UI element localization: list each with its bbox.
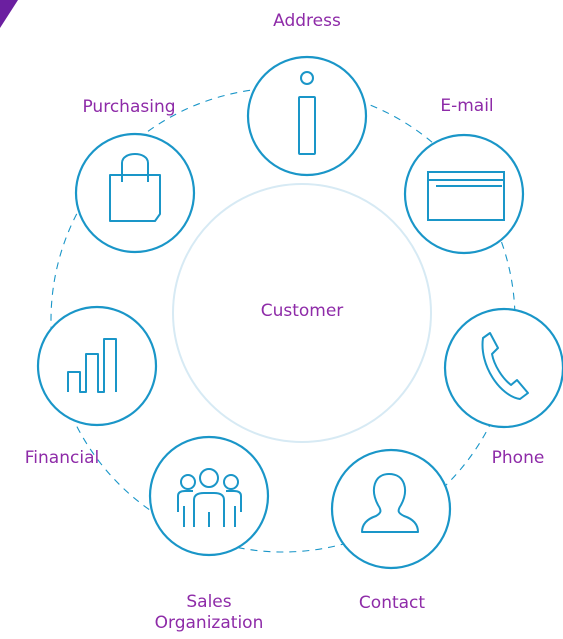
address-label: Address	[273, 11, 341, 31]
sales-organization-label: Sales Organization	[134, 592, 284, 634]
node-financial	[36, 305, 158, 427]
sales-organization-label-line1: Sales	[186, 592, 232, 612]
customer-diagram: Customer Address E-mail Phone Contact Sa…	[0, 0, 563, 639]
contact-label: Contact	[358, 593, 426, 613]
purchasing-label: Purchasing	[82, 97, 176, 117]
customer-label: Customer	[260, 301, 344, 321]
corner-accent	[0, 0, 18, 28]
node-contact	[330, 448, 452, 570]
phone-label: Phone	[491, 448, 545, 468]
financial-label: Financial	[24, 448, 100, 468]
node-email	[403, 133, 525, 255]
node-sales-organization	[148, 435, 270, 557]
node-phone	[443, 307, 563, 429]
node-purchasing	[74, 132, 196, 254]
node-address	[246, 55, 368, 177]
email-label: E-mail	[440, 96, 494, 116]
sales-organization-label-line2: Organization	[154, 613, 264, 633]
